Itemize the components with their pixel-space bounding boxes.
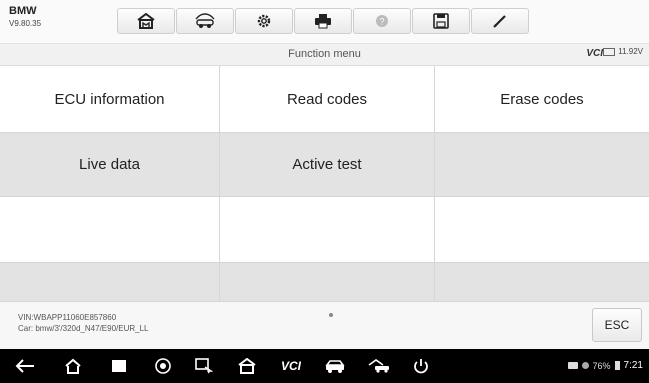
home-icon — [137, 13, 155, 29]
vin-text: VIN:WBAPP11060E857860 — [18, 313, 117, 322]
function-empty-slot — [435, 133, 649, 197]
remote-desktop-icon — [195, 358, 213, 374]
function-empty-slot — [0, 263, 220, 301]
function-live-data[interactable]: Live data — [0, 133, 220, 197]
power-button[interactable] — [410, 356, 432, 376]
function-empty-slot — [435, 263, 649, 301]
battery-icon — [603, 47, 616, 56]
function-ecu-information[interactable]: ECU information — [0, 66, 220, 133]
battery-voltage-indicator: 11.92V — [603, 47, 643, 56]
page-indicator-dot — [329, 313, 333, 317]
help-button[interactable]: ? — [353, 8, 411, 34]
vehicle-info: VIN:WBAPP11060E857860 Car: bmw/3'/320d_N… — [18, 312, 149, 334]
function-read-codes[interactable]: Read codes — [220, 66, 435, 133]
footer-bar: VIN:WBAPP11060E857860 Car: bmw/3'/320d_N… — [0, 301, 649, 349]
shop-button[interactable] — [368, 356, 390, 376]
vehicle-icon — [325, 360, 345, 373]
back-button[interactable] — [14, 356, 36, 376]
brand-name: BMW — [9, 5, 37, 17]
android-nav-bar: VCI 76% 7:21 — [0, 349, 649, 383]
function-empty-slot — [220, 263, 435, 301]
vci-icon: VCI — [280, 359, 301, 373]
vehicle-swap-icon — [195, 13, 215, 28]
power-icon — [414, 359, 428, 374]
android-home-button[interactable] — [62, 356, 84, 376]
clock: 7:21 — [623, 360, 643, 371]
recents-icon — [112, 360, 126, 372]
vci-button[interactable]: VCI — [277, 356, 305, 376]
maxisys-home-button[interactable] — [236, 356, 258, 376]
svg-text:?: ? — [379, 17, 384, 27]
battery-voltage: 11.92V — [618, 47, 643, 56]
save-icon — [433, 13, 449, 29]
chrome-icon — [155, 358, 171, 374]
settings-button[interactable] — [235, 8, 293, 34]
print-button[interactable] — [294, 8, 352, 34]
function-empty-slot — [0, 197, 220, 263]
battery-percent: 76% — [592, 360, 611, 371]
function-active-test[interactable]: Active test — [220, 133, 435, 197]
recents-button[interactable] — [108, 356, 130, 376]
message-icon — [567, 362, 578, 369]
home-button[interactable] — [117, 8, 175, 34]
save-button[interactable] — [412, 8, 470, 34]
pen-icon — [493, 15, 506, 28]
top-toolbar: BMW V9.80.35 ? — [0, 0, 649, 44]
settings-gear-icon — [257, 14, 271, 28]
system-status: 76% 7:21 — [567, 360, 643, 371]
vehicle-swap-button[interactable] — [176, 8, 234, 34]
maxisys-home-icon — [238, 358, 256, 374]
remote-desktop-button[interactable] — [193, 356, 215, 376]
notification-icon — [581, 362, 589, 369]
software-version: V9.80.35 — [9, 19, 42, 28]
function-empty-slot — [435, 197, 649, 263]
page-title: Function menu — [288, 48, 361, 60]
function-grid: ECU information Read codes Erase codes L… — [0, 66, 649, 301]
chrome-button[interactable] — [152, 356, 174, 376]
function-empty-slot — [220, 197, 435, 263]
battery-icon — [614, 361, 620, 370]
help-icon: ? — [376, 15, 388, 27]
esc-button[interactable]: ESC — [592, 308, 642, 342]
status-strip: Function menu VCI 11.92V — [0, 44, 649, 66]
function-erase-codes[interactable]: Erase codes — [435, 66, 649, 133]
vehicle-button[interactable] — [324, 356, 346, 376]
print-icon — [315, 14, 331, 29]
back-icon — [15, 359, 34, 373]
shop-icon — [368, 359, 389, 373]
home-icon — [65, 358, 81, 374]
pen-button[interactable] — [471, 8, 529, 34]
brand-block: BMW V9.80.35 — [9, 5, 41, 29]
car-path-text: Car: bmw/3'/320d_N47/E90/EUR_LL — [18, 324, 149, 333]
vci-connection-indicator: VCI — [586, 48, 603, 59]
